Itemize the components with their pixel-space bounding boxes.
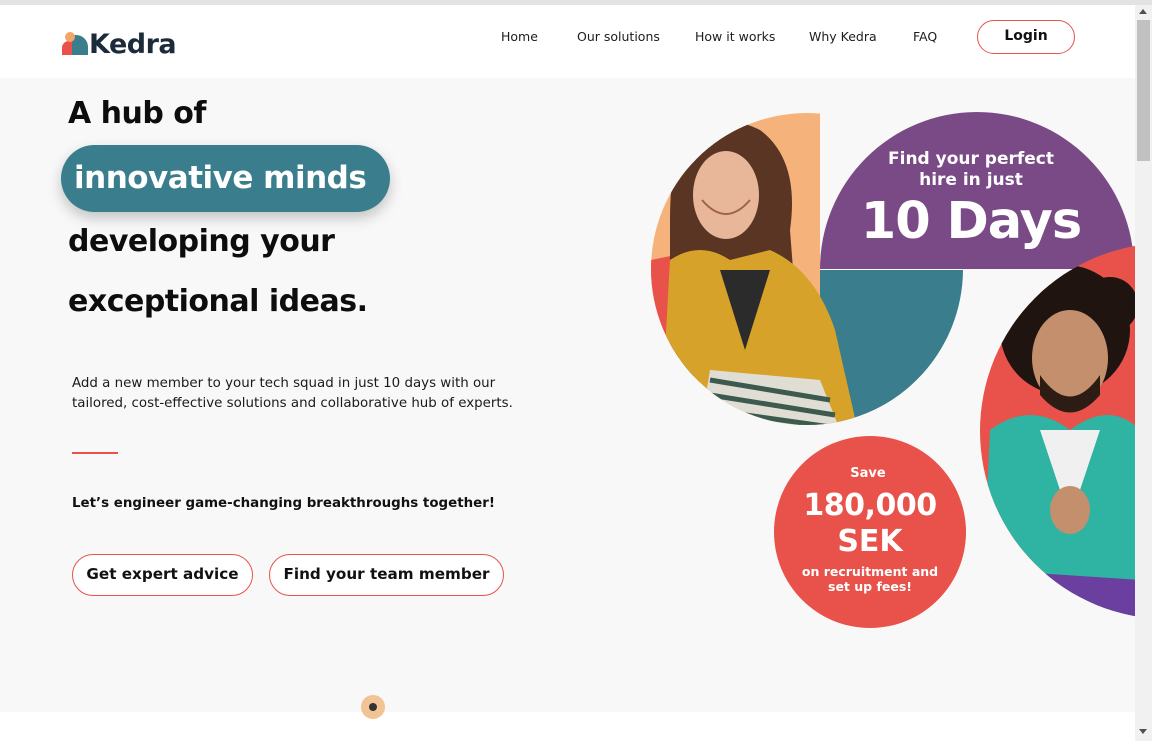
nav-why-kedra[interactable]: Why Kedra	[809, 29, 877, 44]
nav-how-it-works[interactable]: How it works	[695, 29, 775, 44]
scroll-down-arrow-icon[interactable]	[1139, 729, 1147, 734]
kedra-logo-icon	[62, 31, 88, 57]
hero-tagline: Let’s engineer game-changing breakthroug…	[72, 496, 495, 511]
man-photo	[980, 243, 1135, 619]
hero-description: Add a new member to your tech squad in j…	[72, 376, 513, 411]
nav-our-solutions[interactable]: Our solutions	[577, 29, 660, 44]
save-badge-unit: SEK	[837, 524, 903, 559]
hire-badge-value: 10 Days	[860, 192, 1083, 251]
nav-home[interactable]: Home	[501, 29, 538, 44]
find-team-member-button[interactable]: Find your team member	[269, 554, 504, 596]
hero-heading-line-4: exceptional ideas.	[68, 284, 368, 319]
hire-badge-lead: Find your perfect hire in just	[888, 149, 1055, 190]
save-badge-lead: Save	[850, 466, 886, 481]
save-badge-amount: 180,000	[803, 488, 937, 523]
accent-divider	[72, 452, 118, 454]
logo-wordmark: Kedra	[89, 28, 177, 60]
hero-heading-line-3: developing your	[68, 224, 335, 259]
get-expert-advice-button[interactable]: Get expert advice	[72, 554, 253, 596]
hero-heading-highlight: innovative minds	[74, 160, 367, 196]
nav-faq[interactable]: FAQ	[913, 29, 937, 44]
scroll-down-dot-icon[interactable]	[361, 695, 385, 719]
scrollbar-thumb[interactable]	[1137, 20, 1150, 161]
hero-heading-line-1: A hub of	[68, 96, 206, 131]
save-badge-note: on recruitment and set up fees!	[801, 564, 939, 594]
kedra-logo[interactable]: Kedra	[62, 28, 177, 60]
login-button[interactable]: Login	[977, 20, 1075, 54]
site-header: Kedra	[0, 5, 1135, 78]
scroll-up-arrow-icon[interactable]	[1139, 9, 1147, 14]
